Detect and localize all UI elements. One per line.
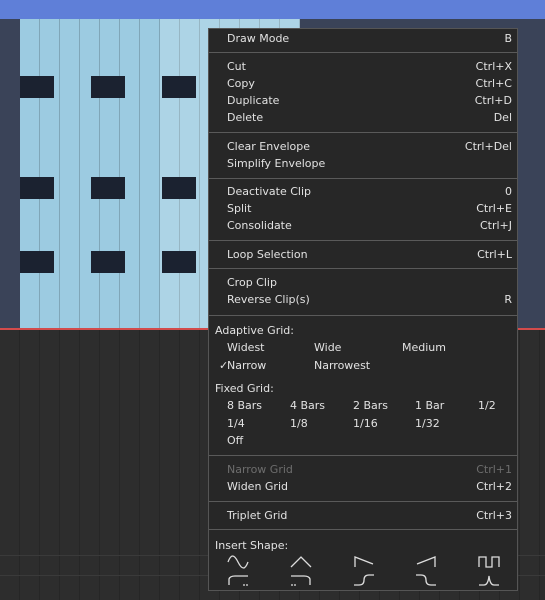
menu-item-shortcut: Ctrl+C <box>475 77 512 90</box>
menu-item-label: Crop Clip <box>227 276 277 289</box>
menu-item-consolidate[interactable]: Consolidate Ctrl+J <box>209 218 517 235</box>
menu-item-label: Deactivate Clip <box>227 185 311 198</box>
menu-item-duplicate[interactable]: Duplicate Ctrl+D <box>209 93 517 110</box>
grid-option-wide[interactable]: Wide <box>314 341 341 354</box>
menu-separator <box>209 315 517 316</box>
midi-note[interactable] <box>20 251 54 273</box>
menu-item-label: Simplify Envelope <box>227 157 326 170</box>
fixed-grid-1-16[interactable]: 1/16 <box>353 417 378 430</box>
menu-item-label: Copy <box>227 77 255 90</box>
adsr-release-icon[interactable] <box>290 573 312 587</box>
menu-item-label: Cut <box>227 60 246 73</box>
menu-item-label: Reverse Clip(s) <box>227 293 310 306</box>
midi-note[interactable] <box>162 251 196 273</box>
menu-item-label: Duplicate <box>227 94 280 107</box>
square-wave-icon[interactable] <box>478 555 500 569</box>
menu-separator <box>209 529 517 530</box>
adsr-attack-icon[interactable] <box>227 573 249 587</box>
menu-item-simplify-envelope[interactable]: Simplify Envelope <box>209 156 517 173</box>
fixed-grid-header: Fixed Grid: <box>215 382 274 395</box>
s-curve-down-icon[interactable] <box>415 573 437 587</box>
grid-option-widest[interactable]: Widest <box>227 341 265 354</box>
menu-item-cut[interactable]: Cut Ctrl+X <box>209 59 517 76</box>
menu-separator <box>209 240 517 241</box>
menu-item-crop-clip[interactable]: Crop Clip <box>209 275 517 292</box>
menu-item-shortcut: Ctrl+1 <box>476 463 512 476</box>
menu-item-label: Loop Selection <box>227 248 308 261</box>
fixed-grid-1-bar[interactable]: 1 Bar <box>415 399 444 412</box>
clip-context-menu: Draw Mode B Cut Ctrl+X Copy Ctrl+C Dupli… <box>208 28 518 591</box>
menu-separator <box>209 268 517 269</box>
menu-item-shortcut: Ctrl+D <box>474 94 512 107</box>
midi-note[interactable] <box>20 76 54 98</box>
fixed-grid-1-2[interactable]: 1/2 <box>478 399 496 412</box>
fixed-grid-1-8[interactable]: 1/8 <box>290 417 308 430</box>
midi-note[interactable] <box>20 177 54 199</box>
menu-item-shortcut: Ctrl+X <box>475 60 512 73</box>
midi-note[interactable] <box>162 177 196 199</box>
midi-note[interactable] <box>91 251 125 273</box>
menu-item-loop-selection[interactable]: Loop Selection Ctrl+L <box>209 247 517 264</box>
menu-item-narrow-grid[interactable]: Narrow Grid Ctrl+1 <box>209 462 517 479</box>
grid-option-label: Narrow <box>227 359 267 372</box>
menu-separator <box>209 132 517 133</box>
menu-item-reverse-clips[interactable]: Reverse Clip(s) R <box>209 292 517 309</box>
menu-separator <box>209 455 517 456</box>
menu-item-label: Narrow Grid <box>227 463 293 476</box>
sine-wave-icon[interactable] <box>227 555 249 569</box>
menu-separator <box>209 52 517 53</box>
sawtooth-down-icon[interactable] <box>353 555 375 569</box>
menu-item-draw-mode[interactable]: Draw Mode B <box>209 31 517 48</box>
midi-note[interactable] <box>91 177 125 199</box>
s-curve-up-icon[interactable] <box>353 573 375 587</box>
insert-shape-header: Insert Shape: <box>215 539 289 552</box>
menu-item-shortcut: 0 <box>505 185 512 198</box>
menu-item-shortcut: Ctrl+3 <box>476 509 512 522</box>
menu-item-label: Draw Mode <box>227 32 290 45</box>
fixed-grid-off[interactable]: Off <box>227 434 243 447</box>
menu-item-deactivate-clip[interactable]: Deactivate Clip 0 <box>209 184 517 201</box>
menu-item-shortcut: B <box>504 32 512 45</box>
menu-item-widen-grid[interactable]: Widen Grid Ctrl+2 <box>209 479 517 496</box>
menu-item-copy[interactable]: Copy Ctrl+C <box>209 76 517 93</box>
fixed-grid-2-bars[interactable]: 2 Bars <box>353 399 388 412</box>
menu-item-shortcut: Ctrl+J <box>479 219 512 232</box>
menu-item-label: Clear Envelope <box>227 140 310 153</box>
fixed-grid-4-bars[interactable]: 4 Bars <box>290 399 325 412</box>
peak-icon[interactable] <box>478 573 500 587</box>
grid-option-medium[interactable]: Medium <box>402 341 446 354</box>
menu-item-label: Delete <box>227 111 264 124</box>
menu-item-delete[interactable]: Delete Del <box>209 110 517 127</box>
menu-item-shortcut: Ctrl+L <box>477 248 512 261</box>
menu-item-triplet-grid[interactable]: Triplet Grid Ctrl+3 <box>209 508 517 525</box>
menu-item-label: Triplet Grid <box>227 509 288 522</box>
menu-item-split[interactable]: Split Ctrl+E <box>209 201 517 218</box>
menu-item-label: Widen Grid <box>227 480 288 493</box>
grid-option-narrowest[interactable]: Narrowest <box>314 359 370 372</box>
menu-item-shortcut: Del <box>493 111 512 124</box>
midi-note[interactable] <box>162 76 196 98</box>
menu-item-clear-envelope[interactable]: Clear Envelope Ctrl+Del <box>209 139 517 156</box>
menu-item-shortcut: Ctrl+Del <box>464 140 512 153</box>
midi-note[interactable] <box>91 76 125 98</box>
menu-item-shortcut: Ctrl+E <box>476 202 512 215</box>
adaptive-grid-header: Adaptive Grid: <box>215 324 294 337</box>
menu-item-label: Consolidate <box>227 219 292 232</box>
menu-item-shortcut: R <box>504 293 512 306</box>
arrangement-header-bar <box>0 0 545 19</box>
menu-item-label: Split <box>227 202 252 215</box>
fixed-grid-1-32[interactable]: 1/32 <box>415 417 440 430</box>
fixed-grid-1-4[interactable]: 1/4 <box>227 417 245 430</box>
fixed-grid-8-bars[interactable]: 8 Bars <box>227 399 262 412</box>
sawtooth-up-icon[interactable] <box>415 555 437 569</box>
menu-item-shortcut: Ctrl+2 <box>476 480 512 493</box>
triangle-icon[interactable] <box>290 555 312 569</box>
menu-separator <box>209 178 517 179</box>
menu-separator <box>209 501 517 502</box>
